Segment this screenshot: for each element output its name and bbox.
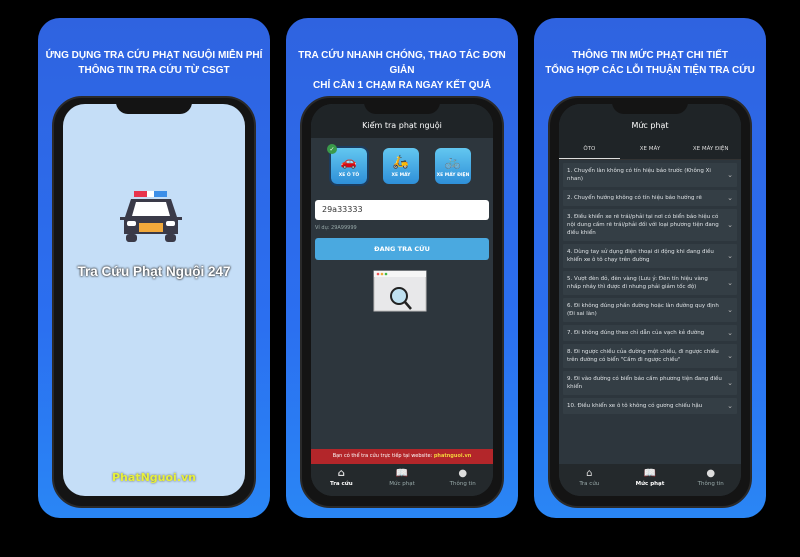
tab-muc-phat[interactable]: 📖 Mức phạt [620, 464, 681, 496]
brand-logo: PhatNguoi.vn [112, 471, 196, 484]
plate-input[interactable]: 29a33333 [315, 200, 489, 220]
chevron-down-icon: ⌄ [727, 194, 733, 202]
car-icon: 🚗 [340, 155, 358, 170]
fine-item[interactable]: 1. Chuyển làn không có tín hiệu báo trướ… [563, 163, 737, 187]
tab-oto[interactable]: ÔTO [559, 138, 620, 159]
app-name: Tra Cứu Phạt Nguội 247 [77, 264, 231, 279]
chevron-down-icon: ⌄ [727, 306, 733, 314]
scooter-icon: 🛵 [392, 155, 410, 170]
phone-mockup: Mức phạt ÔTO XE MÁY XE MÁY ĐIỆN 1. Chuyể… [548, 96, 752, 508]
fines-screen: Mức phạt ÔTO XE MÁY XE MÁY ĐIỆN 1. Chuyể… [559, 104, 741, 496]
phone-mockup: Kiểm tra phạt nguội 🚗 XE Ô TÔ ✓ 🛵 XE MÁY 🚲… [300, 96, 504, 508]
chevron-down-icon: ⌄ [727, 352, 733, 360]
search-button[interactable]: ĐANG TRA CỨU [315, 238, 489, 260]
search-illustration-icon [373, 270, 427, 312]
fine-item[interactable]: 10. Điều khiển xe ô tô không có gương ch… [563, 398, 737, 414]
vehicle-motorbike-button[interactable]: 🛵 XE MÁY [383, 148, 419, 184]
fine-item[interactable]: 3. Điều khiển xe rẽ trái/phải tại nơi có… [563, 209, 737, 241]
chevron-down-icon: ⌄ [727, 171, 733, 179]
website-banner: Bạn có thể tra cứu trực tiếp tại website… [311, 449, 493, 464]
chevron-down-icon: ⌄ [727, 221, 733, 229]
promo-panel-3: THÔNG TIN MỨC PHẠT CHI TIẾT TỔNG HỢP CÁC … [534, 18, 766, 518]
headline: THÔNG TIN MỨC PHẠT CHI TIẾT TỔNG HỢP CÁC … [545, 50, 755, 76]
user-icon: ● [706, 468, 716, 479]
bottom-tab-bar: ⌂ Tra cứu 📖 Mức phạt ● Thông tin [559, 464, 741, 496]
fine-item[interactable]: 5. Vượt đèn đỏ, đèn vàng (Lưu ý: Đèn tín… [563, 271, 737, 295]
fine-item[interactable]: 2. Chuyển hướng không có tín hiệu báo hư… [563, 190, 737, 206]
vehicle-ebike-button[interactable]: 🚲 XE MÁY ĐIỆN [435, 148, 471, 184]
vehicle-tabs: ÔTO XE MÁY XE MÁY ĐIỆN [559, 138, 741, 160]
tab-tra-cuu[interactable]: ⌂ Tra cứu [559, 464, 620, 496]
fine-item[interactable]: 6. Đi không đúng phần đường hoặc làn đườ… [563, 298, 737, 322]
tab-thong-tin[interactable]: ● Thông tin [432, 464, 493, 496]
headline: TRA CỨU NHANH CHÓNG, THAO TÁC ĐƠN GIẢN CH… [298, 50, 506, 91]
fine-item[interactable]: 7. Đi không đúng theo chỉ dẫn của vạch k… [563, 325, 737, 341]
fines-list: 1. Chuyển làn không có tín hiệu báo trướ… [559, 163, 741, 414]
splash-screen: Tra Cứu Phạt Nguội 247 PhatNguoi.vn [63, 104, 245, 496]
search-home-icon: ⌂ [586, 468, 593, 479]
lookup-screen: Kiểm tra phạt nguội 🚗 XE Ô TÔ ✓ 🛵 XE MÁY 🚲… [311, 104, 493, 496]
tab-xe-may-dien[interactable]: XE MÁY ĐIỆN [680, 138, 741, 159]
plate-hint: Ví dụ: 29A99999 [315, 225, 357, 231]
tab-thong-tin[interactable]: ● Thông tin [680, 464, 741, 496]
promo-panel-2: TRA CỨU NHANH CHÓNG, THAO TÁC ĐƠN GIẢN CH… [286, 18, 518, 518]
chevron-down-icon: ⌄ [727, 379, 733, 387]
check-icon: ✓ [327, 144, 337, 154]
book-icon: 📖 [395, 468, 409, 479]
book-icon: 📖 [643, 468, 657, 479]
bottom-tab-bar: ⌂ Tra cứu 📖 Mức phạt ● Thông tin [311, 464, 493, 496]
headline: ỨNG DỤNG TRA CỨU PHẠT NGUỘI MIỄN PHÍ THÔN… [45, 50, 263, 76]
tab-tra-cuu[interactable]: ⌂ Tra cứu [311, 464, 372, 496]
bicycle-icon: 🚲 [444, 155, 462, 170]
fine-item[interactable]: 8. Đi ngược chiều của đường một chiều, đ… [563, 344, 737, 368]
phone-mockup: Tra Cứu Phạt Nguội 247 PhatNguoi.vn [52, 96, 256, 508]
website-link[interactable]: phatnguoi.vn [434, 453, 471, 459]
user-icon: ● [458, 468, 468, 479]
chevron-down-icon: ⌄ [727, 402, 733, 410]
fine-item[interactable]: 9. Đi vào đường có biển báo cấm phương t… [563, 371, 737, 395]
chevron-down-icon: ⌄ [727, 279, 733, 287]
tab-xe-may[interactable]: XE MÁY [620, 138, 681, 159]
chevron-down-icon: ⌄ [727, 329, 733, 337]
fine-item[interactable]: 4. Dùng tay sử dụng điện thoại di động k… [563, 244, 737, 268]
promo-panel-1: ỨNG DỤNG TRA CỨU PHẠT NGUỘI MIỄN PHÍ THÔN… [38, 18, 270, 518]
vehicle-car-button[interactable]: 🚗 XE Ô TÔ ✓ [327, 144, 369, 186]
tab-muc-phat[interactable]: 📖 Mức phạt [372, 464, 433, 496]
search-home-icon: ⌂ [337, 468, 345, 479]
police-car-icon [120, 191, 182, 242]
chevron-down-icon: ⌄ [727, 252, 733, 260]
